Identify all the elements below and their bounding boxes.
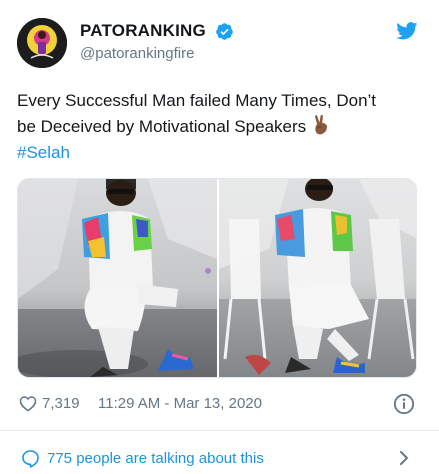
- tweet-text-line-2: be Deceived by Motivational Speakers: [17, 114, 427, 140]
- hashtag-link[interactable]: #Selah: [17, 140, 427, 166]
- photo-man-seated-in-white-outfit: [18, 179, 217, 377]
- info-icon[interactable]: [393, 393, 415, 415]
- conversation-label[interactable]: 775 people are talking about this: [47, 450, 264, 467]
- tweet-text: Every Successful Man failed Many Times, …: [17, 88, 427, 166]
- embedded-tweet: PATORANKING @patorankingfire Every Succe…: [0, 0, 439, 474]
- author-name[interactable]: PATORANKING: [80, 21, 206, 41]
- avatar[interactable]: [17, 18, 67, 68]
- victory-hand-emoji: [315, 114, 328, 135]
- photo-right[interactable]: [219, 179, 416, 377]
- photo-left[interactable]: [18, 179, 217, 377]
- tweet-timestamp[interactable]: 11:29 AM - Mar 13, 2020: [98, 395, 262, 412]
- speech-bubble-icon: [22, 450, 39, 468]
- chevron-right-icon[interactable]: [397, 450, 411, 466]
- verified-badge-icon: [216, 23, 233, 40]
- twitter-bird-icon[interactable]: [396, 22, 418, 40]
- photo-man-seated-on-plastic-chair: [219, 179, 416, 377]
- avatar-image: [17, 18, 67, 68]
- author-handle[interactable]: @patorankingfire: [80, 45, 194, 62]
- tweet-meta: 7,319 11:29 AM - Mar 13, 2020: [17, 393, 422, 415]
- tweet-text-line-1: Every Successful Man failed Many Times, …: [17, 91, 377, 110]
- media-gallery[interactable]: [17, 178, 417, 378]
- tweet-text-line-2-content: be Deceived by Motivational Speakers: [17, 117, 307, 136]
- like-count[interactable]: 7,319: [42, 395, 80, 412]
- conversation-link[interactable]: 775 people are talking about this: [0, 431, 439, 474]
- heart-icon[interactable]: [19, 395, 37, 412]
